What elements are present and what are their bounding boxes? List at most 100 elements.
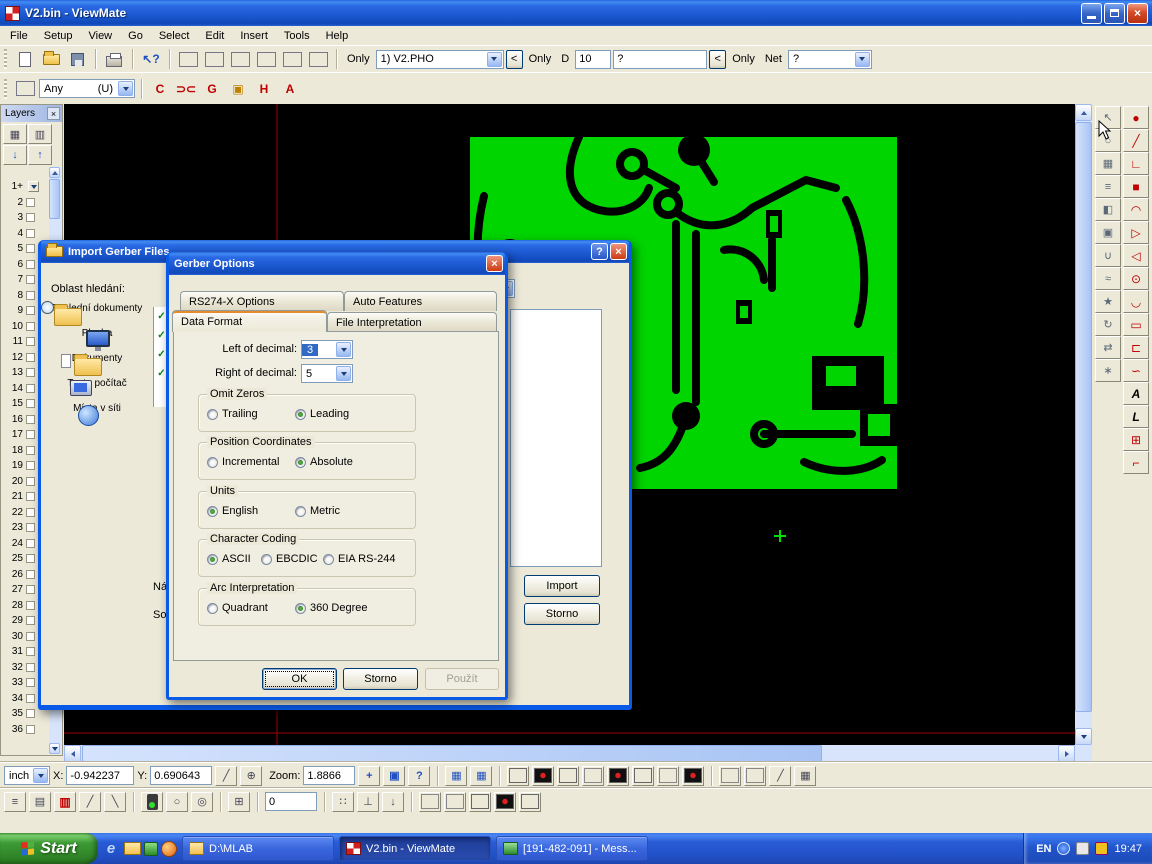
frame-mix-icon[interactable] bbox=[280, 48, 304, 70]
select-g-icon[interactable]: G bbox=[200, 78, 224, 100]
menu-item[interactable]: Go bbox=[120, 28, 151, 44]
task-viewmate[interactable]: V2.bin - ViewMate bbox=[339, 836, 491, 861]
radio-leading[interactable]: Leading bbox=[295, 408, 349, 420]
save-button[interactable] bbox=[65, 48, 89, 70]
layer-visible-checkbox[interactable] bbox=[26, 368, 35, 377]
pad-pattern-6-icon[interactable] bbox=[632, 766, 654, 786]
frame-blue-icon[interactable] bbox=[228, 48, 252, 70]
layer-down-icon[interactable]: ↓ bbox=[3, 145, 27, 165]
quicklaunch-ie-icon[interactable]: e bbox=[101, 839, 121, 859]
radio-absolute[interactable]: Absolute bbox=[295, 456, 353, 468]
scroll-up-icon[interactable] bbox=[1075, 104, 1092, 121]
layer-visible-checkbox[interactable] bbox=[26, 322, 35, 331]
dialog-close-button[interactable]: × bbox=[610, 243, 627, 260]
layer-visible-checkbox[interactable] bbox=[26, 663, 35, 672]
menu-item[interactable]: Setup bbox=[36, 28, 81, 44]
diag-a-icon[interactable]: ╱ bbox=[79, 792, 101, 812]
cancel-button[interactable]: Storno bbox=[343, 668, 418, 690]
text-a-icon[interactable]: A bbox=[1123, 382, 1149, 405]
draw-angle-icon[interactable]: ∟ bbox=[1123, 152, 1149, 175]
highlight-toggle-button[interactable] bbox=[141, 792, 163, 812]
layer-row-active[interactable]: 1+ bbox=[2, 179, 49, 195]
place-desktop[interactable]: Plocha bbox=[47, 328, 147, 339]
cancel-button[interactable]: Storno bbox=[524, 603, 600, 625]
select-a-icon[interactable]: A bbox=[278, 78, 302, 100]
x-coordinate-field[interactable] bbox=[66, 766, 134, 785]
language-bar-icon[interactable] bbox=[1057, 842, 1070, 855]
scroll-left-icon[interactable] bbox=[64, 745, 81, 762]
net-combo[interactable]: ? bbox=[788, 50, 872, 69]
frame-green-icon[interactable] bbox=[202, 48, 226, 70]
layer-row[interactable]: 36 bbox=[2, 722, 49, 738]
dice1-icon[interactable] bbox=[469, 792, 491, 812]
print-button[interactable] bbox=[102, 48, 126, 70]
select-scope-combo[interactable]: Any (U) bbox=[39, 79, 135, 98]
layer-spin-button[interactable] bbox=[28, 181, 39, 192]
drop-arrow-icon[interactable]: ↓ bbox=[382, 792, 404, 812]
layer-grid2-icon[interactable]: ▥ bbox=[28, 124, 52, 144]
frame-cyan-icon[interactable] bbox=[254, 48, 278, 70]
layer-visible-checkbox[interactable] bbox=[26, 399, 35, 408]
zoom-query-icon[interactable]: ? bbox=[408, 766, 430, 786]
red-dots-icon[interactable] bbox=[444, 792, 466, 812]
quicklaunch-desktop-icon[interactable] bbox=[144, 842, 158, 856]
scroll-up-icon[interactable] bbox=[49, 167, 60, 178]
task-messenger[interactable]: [191-482-091] - Mess... bbox=[496, 836, 648, 861]
layer-row[interactable]: 3 bbox=[2, 210, 49, 226]
frame-red-icon[interactable] bbox=[176, 48, 200, 70]
only-dcode-label[interactable]: Only bbox=[525, 53, 556, 65]
place-recent-documents[interactable]: Poslední dokumenty bbox=[47, 303, 147, 314]
menu-item[interactable]: Insert bbox=[232, 28, 276, 44]
radio-eia-rs244[interactable]: EIA RS-244 bbox=[323, 553, 395, 565]
close-button[interactable]: × bbox=[1127, 3, 1148, 24]
radio-incremental[interactable]: Incremental bbox=[207, 456, 279, 468]
layer-row[interactable]: 4 bbox=[2, 226, 49, 242]
bracket-icon[interactable]: ⊏ bbox=[1123, 336, 1149, 359]
dcode-filter-input[interactable] bbox=[613, 50, 707, 69]
layer-row[interactable]: 2 bbox=[2, 195, 49, 211]
polyline-icon[interactable]: ∽ bbox=[1123, 359, 1149, 382]
film-icon[interactable]: ▤ bbox=[29, 792, 51, 812]
file-list-box[interactable] bbox=[510, 309, 602, 567]
layer-visible-checkbox[interactable] bbox=[26, 570, 35, 579]
only-layer-label[interactable]: Only bbox=[343, 53, 374, 65]
tray-app-icon[interactable] bbox=[1076, 842, 1089, 855]
layer-grid-icon[interactable]: ▦ bbox=[3, 124, 27, 144]
apply-button[interactable]: Použít bbox=[425, 668, 499, 690]
frame-icon[interactable]: ▣ bbox=[1095, 221, 1121, 244]
open-button[interactable] bbox=[39, 48, 63, 70]
layers-close-button[interactable]: × bbox=[47, 107, 60, 120]
table-grid-icon[interactable]: ▦ bbox=[794, 766, 816, 786]
pad-pattern-8-icon[interactable] bbox=[682, 766, 704, 786]
circle-dot-icon[interactable]: ◎ bbox=[191, 792, 213, 812]
lines-icon[interactable]: ≡ bbox=[1095, 175, 1121, 198]
filled-rect-icon[interactable]: ■ bbox=[1123, 175, 1149, 198]
place-computer[interactable]: Tento počítač bbox=[47, 378, 147, 389]
dots-square-icon[interactable] bbox=[419, 792, 441, 812]
pad-pattern-1-icon[interactable] bbox=[507, 766, 529, 786]
triangle-left-icon[interactable]: ◁ bbox=[1123, 244, 1149, 267]
only-net-label[interactable]: Only bbox=[728, 53, 759, 65]
menu-item[interactable]: File bbox=[2, 28, 36, 44]
highlight-mode-button[interactable] bbox=[13, 78, 37, 100]
layer-visible-checkbox[interactable] bbox=[26, 523, 35, 532]
dropdown-arrow-icon[interactable] bbox=[33, 768, 48, 783]
quicklaunch-folder-icon[interactable] bbox=[124, 842, 141, 855]
task-mlab-folder[interactable]: D:\MLAB bbox=[182, 836, 334, 861]
dropdown-arrow-icon[interactable] bbox=[118, 81, 133, 96]
aperture-table-icon[interactable]: ⊞ bbox=[228, 792, 250, 812]
tray-update-icon[interactable] bbox=[1095, 842, 1108, 855]
arc-down-icon[interactable]: ◡ bbox=[1123, 290, 1149, 313]
layer-visible-checkbox[interactable] bbox=[26, 477, 35, 486]
layer-visible-checkbox[interactable] bbox=[26, 353, 35, 362]
pad-pattern-4-icon[interactable] bbox=[582, 766, 604, 786]
flash-point-icon[interactable]: ● bbox=[1123, 106, 1149, 129]
diag-b-icon[interactable]: ╲ bbox=[104, 792, 126, 812]
circle-center-icon[interactable]: ⊙ bbox=[1123, 267, 1149, 290]
restore-button[interactable] bbox=[1104, 3, 1125, 24]
select-h-icon[interactable]: H bbox=[252, 78, 276, 100]
dialog-help-button[interactable]: ? bbox=[591, 243, 608, 260]
scroll-right-icon[interactable] bbox=[1058, 745, 1075, 762]
diagonal-icon[interactable]: ╱ bbox=[769, 766, 791, 786]
rotate-icon[interactable]: ↻ bbox=[1095, 313, 1121, 336]
